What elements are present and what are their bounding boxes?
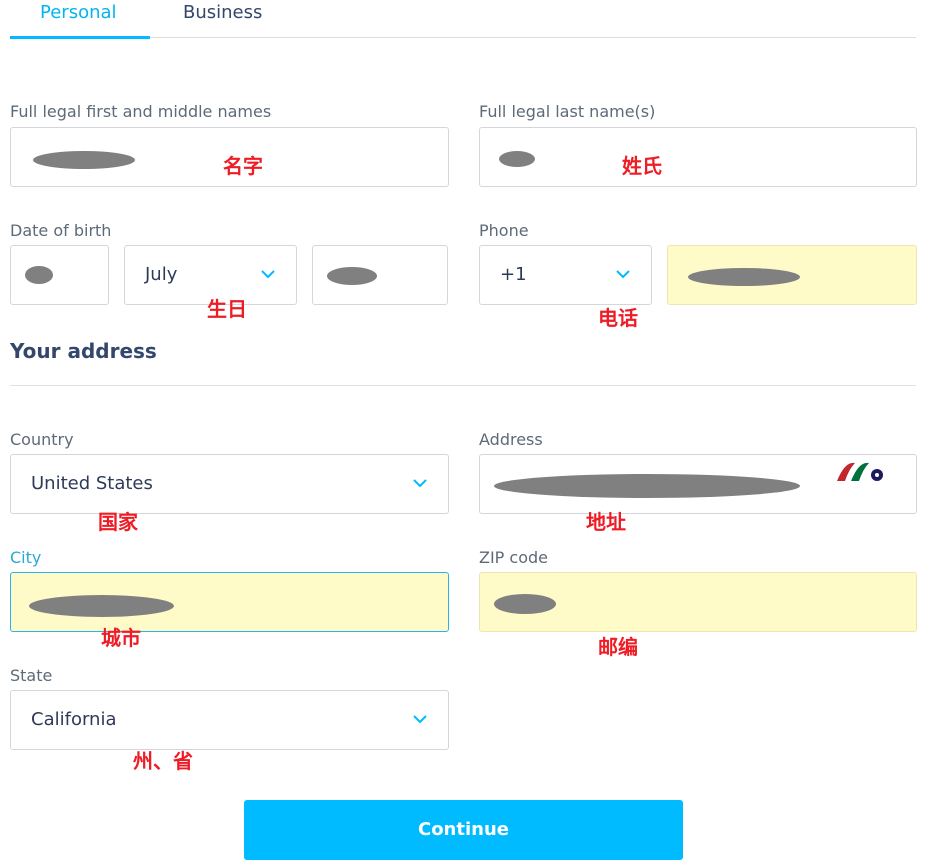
phone-number-input[interactable] — [667, 245, 917, 305]
city-note: 城市 — [101, 626, 141, 650]
state-value: California — [31, 709, 117, 730]
dob-day-input[interactable] — [10, 245, 109, 305]
first-name-label: Full legal first and middle names — [10, 102, 272, 121]
tab-personal[interactable]: Personal — [40, 2, 117, 23]
phone-code-value: +1 — [500, 264, 527, 285]
country-label: Country — [10, 430, 74, 449]
country-note: 国家 — [98, 510, 138, 534]
address-input[interactable] — [479, 454, 917, 514]
state-select[interactable]: California — [10, 690, 449, 750]
section-divider — [10, 385, 916, 386]
first-name-note: 名字 — [223, 154, 263, 178]
state-note: 州、省 — [133, 749, 193, 773]
chevron-down-icon — [413, 715, 427, 724]
logo-icon — [837, 462, 883, 481]
country-select[interactable]: United States — [10, 454, 449, 514]
phone-code-select[interactable]: +1 — [479, 245, 652, 305]
last-name-note: 姓氏 — [622, 154, 662, 178]
country-value: United States — [31, 473, 153, 494]
address-note: 地址 — [586, 510, 626, 534]
zip-note: 邮编 — [598, 635, 638, 659]
continue-button[interactable]: Continue — [244, 800, 683, 860]
address-label: Address — [479, 430, 543, 449]
state-label: State — [10, 666, 53, 685]
zip-label: ZIP code — [479, 548, 548, 567]
dob-year-input[interactable] — [312, 245, 448, 305]
phone-label: Phone — [479, 221, 529, 240]
dob-label: Date of birth — [10, 221, 112, 240]
chevron-down-icon — [413, 479, 427, 488]
chevron-down-icon — [616, 270, 630, 279]
active-tab-indicator — [10, 36, 150, 39]
last-name-label: Full legal last name(s) — [479, 102, 656, 121]
section-title: Your address — [10, 339, 157, 363]
chevron-down-icon — [261, 270, 275, 279]
dob-note: 生日 — [207, 297, 247, 321]
tab-business[interactable]: Business — [183, 2, 262, 23]
city-label: City — [10, 548, 42, 567]
phone-note: 电话 — [598, 306, 638, 330]
last-name-input[interactable] — [479, 127, 917, 187]
zip-input[interactable] — [479, 572, 917, 632]
dob-month-value: July — [145, 264, 178, 285]
city-input[interactable] — [10, 572, 449, 632]
